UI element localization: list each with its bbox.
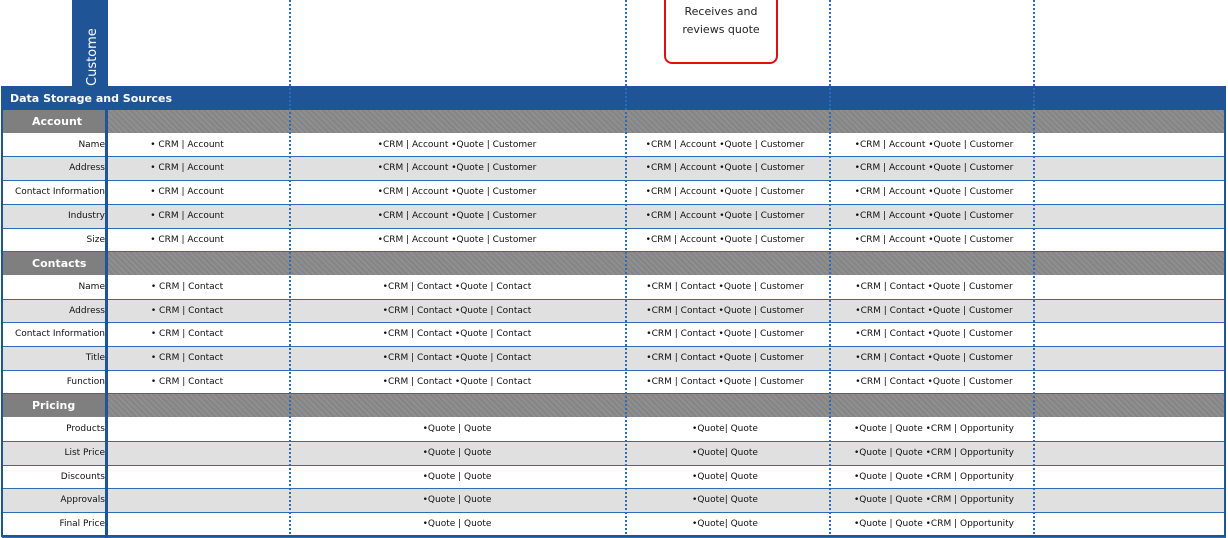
table-cell-4: •CRM | Contact •Quote | Customer [855, 353, 1013, 363]
table-cell-2: •Quote | Quote [422, 424, 492, 435]
table-cell-3: •Quote| Quote [692, 518, 758, 529]
table-cell-3: •Quote| Quote [692, 495, 758, 506]
table-cell-2: •CRM | Account •Quote | Customer [377, 163, 537, 174]
table-cell-3: •CRM | Contact •Quote | Customer [646, 376, 804, 387]
table-cell-4: •CRM | Contact •Quote | Customer [855, 329, 1013, 340]
group-header-pricing: Pricing [2, 394, 1226, 418]
table-row: Title • CRM | Contact •CRM | Contact •Quot… [2, 347, 1226, 370]
table-cell-1: • CRM | Contact [150, 353, 224, 363]
table-row: Address • CRM | Contact •CRM | Contact •Qu… [2, 299, 1226, 323]
table-cell-4: •Quote | Quote •CRM | Opportunity [853, 471, 1015, 482]
table-cell-2: •CRM | Account •Quote | Customer [377, 187, 537, 198]
table-row: Address • CRM | Account •CRM | Account •Qu… [2, 157, 1226, 181]
table-cell-4: •Quote | Quote •CRM | Opportunity [853, 495, 1015, 506]
section-header: Data Storage and Sources [2, 86, 1226, 111]
lane-divider [1033, 0, 1035, 538]
table-cell-1: • CRM | Account [150, 139, 224, 150]
table-cell-4: •CRM | Contact •Quote | Customer [855, 281, 1013, 292]
table-cell-2: •CRM | Contact •Quote | Contact [382, 329, 532, 340]
table-row: Approvals •Quote | Quote •Quote| Quote •Quo… [2, 489, 1226, 513]
group-header-account: Account [2, 110, 1226, 133]
table-cell-3: •Quote| Quote [692, 424, 758, 435]
table-cell-2: •CRM | Contact •Quote | Contact [382, 305, 532, 316]
group-header-contacts: Contacts [2, 252, 1226, 276]
table-cell-4: •Quote | Quote •CRM | Opportunity [853, 424, 1015, 435]
table-cell-1: • CRM | Contact [150, 305, 224, 316]
table-cell-2: •CRM | Account •Quote | Customer [377, 139, 537, 150]
process-box-line-1: Receives and [684, 5, 758, 18]
table-row: Function • CRM | Contact •CRM | Contact •Q… [2, 370, 1226, 394]
table-cell-2: •Quote | Quote [422, 518, 492, 529]
row-divider [2, 535, 1226, 538]
table-cell-3: •CRM | Account •Quote | Customer [645, 139, 805, 150]
table-cell-3: •CRM | Contact •Quote | Customer [646, 329, 804, 340]
table-cell-4: •CRM | Contact •Quote | Customer [855, 305, 1013, 316]
table-cell-3: •CRM | Contact •Quote | Customer [646, 281, 804, 292]
table-cell-1: • CRM | Contact [150, 329, 224, 340]
table-cell-4: •Quote | Quote •CRM | Opportunity [853, 447, 1015, 458]
table-cell-1: • CRM | Contact [150, 281, 224, 292]
table-row: Name • CRM | Account •CRM | Account •Quote… [2, 133, 1226, 157]
table-cell-4: •Quote | Quote •CRM | Opportunity [853, 518, 1015, 529]
process-box-receives-quote: Receives and reviews quote [664, 0, 778, 64]
table-cell-2: •CRM | Account •Quote | Customer [377, 234, 537, 245]
table-cell-4: •CRM | Account •Quote | Customer [854, 163, 1014, 174]
table-cell-4: •CRM | Account •Quote | Customer [854, 187, 1014, 198]
table-cell-2: •CRM | Contact •Quote | Contact [382, 353, 532, 363]
table-row: Final Price •Quote | Quote •Quote| Quote •Q… [2, 512, 1226, 536]
table-cell-4: •CRM | Contact •Quote | Customer [855, 376, 1013, 387]
table-cell-1: • CRM | Account [150, 163, 224, 174]
table-cell-2: •Quote | Quote [422, 471, 492, 482]
table-row: List Price •Quote | Quote •Quote| Quote •Qu… [2, 441, 1226, 465]
table-cell-4: •CRM | Account •Quote | Customer [854, 210, 1014, 221]
label-column-divider [2, 110, 108, 538]
lane-divider [289, 0, 291, 538]
table-cell-2: •CRM | Account •Quote | Customer [377, 210, 537, 221]
table-cell-4: •CRM | Account •Quote | Customer [854, 234, 1014, 245]
table-cell-3: •Quote| Quote [692, 447, 758, 458]
table-cell-3: •CRM | Account •Quote | Customer [645, 234, 805, 245]
table-cell-2: •CRM | Contact •Quote | Contact [382, 376, 532, 387]
table-cell-1: • CRM | Account [150, 210, 224, 221]
lane-divider [625, 0, 627, 538]
table-row: Size • CRM | Account •CRM | Account •Quote… [2, 228, 1226, 252]
table-row: Discounts •Quote | Quote •Quote| Quote •Quo… [2, 465, 1226, 489]
lane-label-box: Custome [72, 0, 108, 86]
table-row: Name • CRM | Contact •CRM | Contact •Quote… [2, 275, 1226, 299]
table-cell-2: •Quote | Quote [422, 447, 492, 458]
table-row: Contact Information • CRM | Contact •CRM |… [2, 323, 1226, 347]
table-cell-3: •CRM | Contact •Quote | Customer [646, 305, 804, 316]
swimlane-diagram: Custome Receives and reviews quote Data … [0, 0, 1228, 538]
table-cell-3: •CRM | Contact •Quote | Customer [646, 353, 804, 363]
table-cell-1: • CRM | Contact [150, 376, 224, 387]
table-cell-2: •Quote | Quote [422, 495, 492, 506]
process-box-line-2: reviews quote [682, 23, 760, 36]
table-cell-3: •CRM | Account •Quote | Customer [645, 163, 805, 174]
table-cell-3: •Quote| Quote [692, 471, 758, 482]
table-row: Industry • CRM | Account •CRM | Account •Q… [2, 204, 1226, 228]
table-cell-4: •CRM | Account •Quote | Customer [854, 139, 1014, 150]
table-cell-2: •CRM | Contact •Quote | Contact [382, 281, 532, 292]
lane-divider [829, 0, 831, 538]
table-row: Products •Quote | Quote •Quote| Quote •Quot… [2, 418, 1226, 442]
table-cell-1: • CRM | Account [150, 187, 224, 198]
table-cell-3: •CRM | Account •Quote | Customer [645, 210, 805, 221]
section-title: Data Storage and Sources [10, 92, 173, 105]
table-cell-3: •CRM | Account •Quote | Customer [645, 187, 805, 198]
lane-label: Custome [85, 28, 100, 86]
table-row: Contact Information • CRM | Account •CRM |… [2, 181, 1226, 205]
table-cell-1: • CRM | Account [150, 234, 224, 245]
